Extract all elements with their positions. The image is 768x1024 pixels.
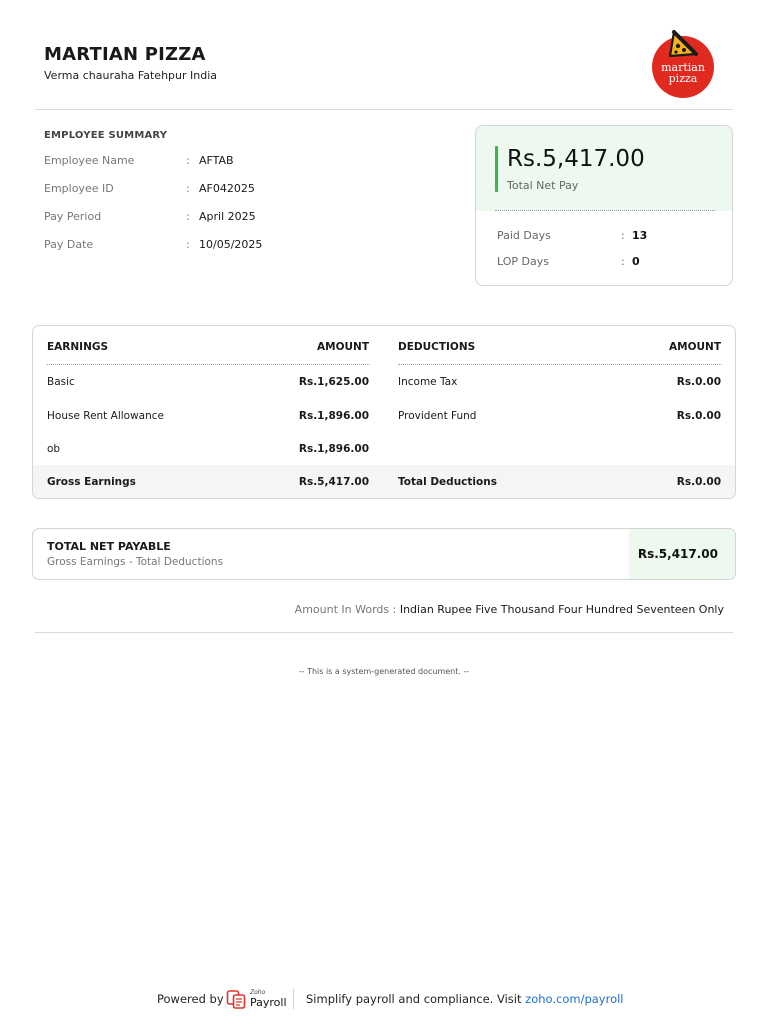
- deductions-header: DEDUCTIONS: [398, 341, 476, 353]
- powered-by-text: Powered by: [157, 992, 224, 1006]
- total-net-payable-title: TOTAL NET PAYABLE: [47, 540, 171, 553]
- payroll-brand-text: Payroll: [250, 996, 287, 1009]
- amount-in-words: Amount In Words : Indian Rupee Five Thou…: [295, 603, 724, 616]
- summary-colon: :: [186, 182, 190, 195]
- summary-colon: :: [186, 238, 190, 251]
- earnings-header: EARNINGS: [47, 341, 109, 353]
- zoho-payroll-icon: [226, 990, 246, 1009]
- summary-value: April 2025: [199, 210, 256, 223]
- earnings-row-amount: Rs.1,896.00: [298, 410, 369, 422]
- deductions-row-label: Provident Fund: [398, 410, 477, 422]
- earnings-deductions-table: EARNINGS AMOUNT DEDUCTIONS AMOUNT Basic …: [32, 325, 736, 499]
- system-generated-note: -- This is a system-generated document. …: [298, 667, 470, 676]
- company-address: Verma chauraha Fatehpur India: [44, 69, 218, 82]
- deductions-row-amount: Rs.0.00: [676, 410, 721, 422]
- earnings-amount-header: AMOUNT: [317, 341, 369, 353]
- gross-earnings-label: Gross Earnings: [47, 476, 136, 488]
- earnings-row-amount: Rs.1,625.00: [298, 376, 369, 388]
- header-divider: [35, 109, 733, 110]
- earnings-row-amount: Rs.1,896.00: [298, 443, 369, 455]
- company-logo: martian pizza: [652, 30, 714, 98]
- net-pay-accent-bar: [495, 146, 498, 192]
- earnings-row-label: House Rent Allowance: [47, 410, 164, 422]
- summary-value: AF042025: [199, 182, 255, 195]
- lop-days-label: LOP Days: [497, 255, 549, 268]
- zoho-brand-text: Zoho: [250, 989, 266, 996]
- earnings-header-divider: [47, 364, 370, 365]
- footer-tagline: Simplify payroll and compliance. Visit z…: [306, 992, 624, 1006]
- deductions-row-label: Income Tax: [398, 376, 458, 388]
- earnings-row-label: ob: [47, 443, 61, 455]
- lop-days-colon: :: [621, 255, 625, 268]
- summary-value: AFTAB: [199, 154, 234, 167]
- words-divider: [35, 632, 733, 633]
- paid-days-label: Paid Days: [497, 229, 551, 242]
- summary-colon: :: [186, 210, 190, 223]
- table-total-row: [33, 465, 735, 498]
- amount-in-words-label: Amount In Words :: [294, 603, 397, 616]
- net-pay-amount: Rs.5,417.00: [507, 146, 645, 172]
- summary-colon: :: [186, 154, 190, 167]
- deductions-row-amount: Rs.0.00: [676, 376, 721, 388]
- net-pay-card: Rs.5,417.00 Total Net Pay Paid Days : 13…: [475, 125, 733, 286]
- deductions-header-divider: [398, 364, 722, 365]
- total-deductions-label: Total Deductions: [398, 476, 497, 488]
- summary-label: Pay Period: [44, 210, 102, 223]
- employee-summary-title: EMPLOYEE SUMMARY: [44, 130, 168, 141]
- paid-days-colon: :: [621, 229, 625, 242]
- lop-days-value: 0: [632, 255, 640, 268]
- gross-earnings-amount: Rs.5,417.00: [298, 476, 369, 488]
- summary-label: Employee ID: [44, 182, 114, 195]
- total-deductions-amount: Rs.0.00: [676, 476, 721, 488]
- total-net-payable-amount: Rs.5,417.00: [637, 547, 718, 561]
- summary-value: 10/05/2025: [199, 238, 263, 251]
- total-net-payable-box: TOTAL NET PAYABLE Gross Earnings - Total…: [32, 528, 736, 580]
- net-pay-label: Total Net Pay: [507, 179, 579, 192]
- pizza-slice-icon: [668, 30, 698, 58]
- footer-tagline-text: Simplify payroll and compliance. Visit: [306, 992, 522, 1006]
- deductions-amount-header: AMOUNT: [669, 341, 721, 353]
- company-name: MARTIAN PIZZA: [44, 44, 206, 65]
- summary-label: Pay Date: [44, 238, 94, 251]
- amount-in-words-value: Indian Rupee Five Thousand Four Hundred …: [399, 603, 724, 616]
- earnings-row-label: Basic: [47, 376, 75, 388]
- logo-text-line-2: pizza: [668, 72, 698, 85]
- paid-days-value: 13: [632, 229, 648, 242]
- footer-separator: [293, 989, 294, 1009]
- net-pay-divider: [495, 210, 715, 211]
- zoho-payroll-link[interactable]: zoho.com/payroll: [525, 992, 623, 1006]
- summary-label: Employee Name: [44, 154, 135, 167]
- total-net-payable-formula: Gross Earnings - Total Deductions: [47, 556, 224, 568]
